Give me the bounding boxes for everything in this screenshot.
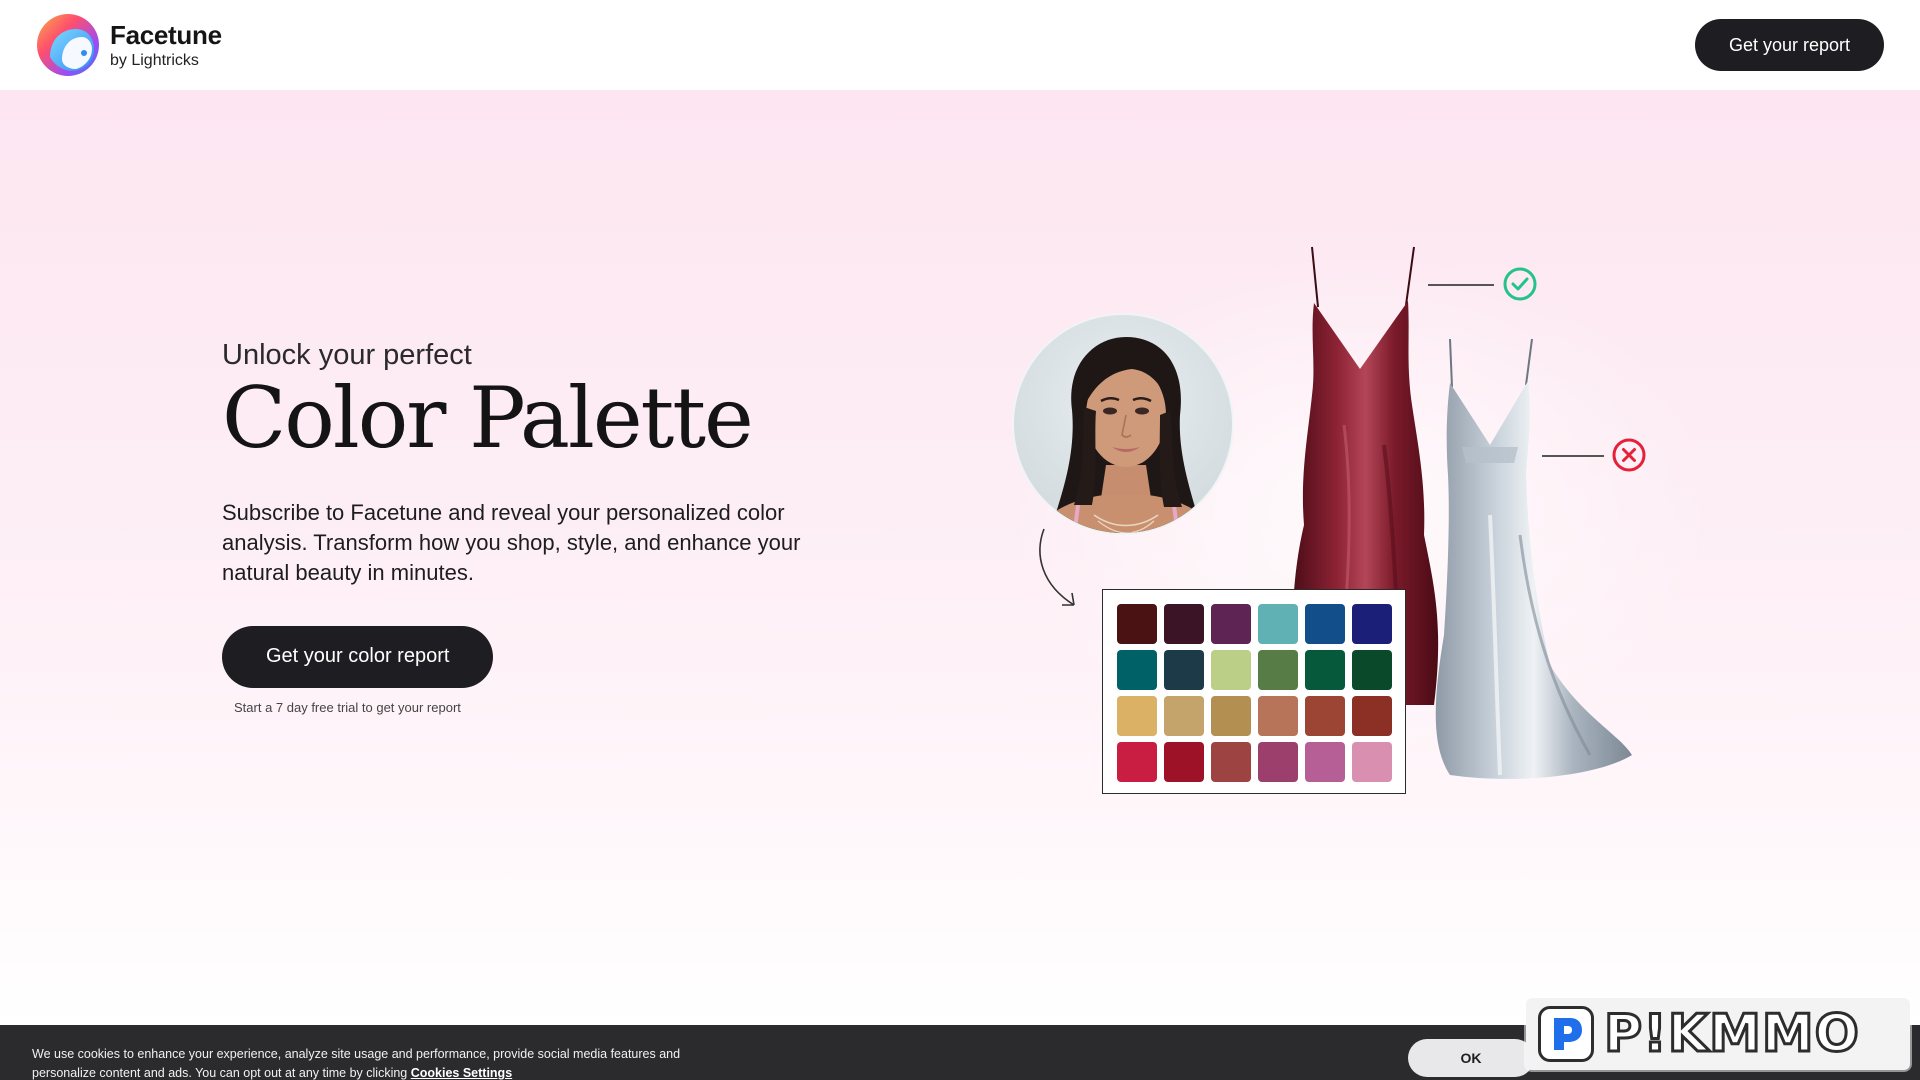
color-swatch	[1164, 696, 1204, 736]
curved-arrow-icon	[1039, 528, 1075, 606]
color-palette-card	[1102, 589, 1406, 794]
facetune-logo-icon	[36, 13, 100, 77]
color-swatch	[1164, 650, 1204, 690]
pikmmo-watermark: P!KMMO	[1526, 998, 1910, 1070]
color-swatch	[1258, 650, 1298, 690]
color-swatch	[1352, 696, 1392, 736]
get-color-report-button[interactable]: Get your color report	[222, 625, 494, 688]
pikmmo-logo-icon	[1538, 1006, 1594, 1062]
color-swatch	[1258, 742, 1298, 782]
hero-body: Subscribe to Facetune and reveal your pe…	[222, 499, 801, 585]
color-swatch	[1258, 604, 1298, 644]
get-report-button[interactable]: Get your report	[1694, 19, 1884, 71]
portrait-image	[1012, 313, 1234, 535]
hero-copy: Unlock your perfect Color Palette Subscr…	[222, 339, 862, 715]
hero-kicker: Unlock your perfect	[222, 339, 472, 371]
color-swatch	[1211, 696, 1251, 736]
color-swatch	[1117, 650, 1157, 690]
color-swatch	[1305, 650, 1345, 690]
color-swatch	[1352, 604, 1392, 644]
color-swatch	[1305, 696, 1345, 736]
hero-headline: Color Palette	[222, 368, 754, 467]
color-swatch	[1164, 604, 1204, 644]
color-swatch	[1117, 696, 1157, 736]
color-swatch	[1211, 650, 1251, 690]
color-swatch	[1258, 696, 1298, 736]
color-swatch	[1164, 742, 1204, 782]
cookie-ok-button[interactable]: OK	[1408, 1039, 1534, 1077]
color-swatch	[1211, 742, 1251, 782]
color-swatch	[1305, 604, 1345, 644]
cookie-text: We use cookies to enhance your experienc…	[32, 1045, 692, 1080]
color-swatch	[1352, 742, 1392, 782]
color-swatch	[1211, 604, 1251, 644]
check-circle-icon	[1503, 267, 1537, 301]
silver-dress-image	[1435, 338, 1632, 779]
site-header: Facetune by Lightricks Get your report	[0, 0, 1920, 90]
color-swatch	[1305, 742, 1345, 782]
cookie-settings-link[interactable]: Cookies Settings	[411, 1066, 512, 1080]
brand-name: Facetune	[110, 19, 222, 50]
watermark-text: P!KMMO	[1603, 1004, 1861, 1064]
trial-note: Start a 7 day free trial to get your rep…	[234, 699, 461, 715]
brand-text: Facetune by Lightricks	[110, 21, 222, 69]
brand-sub: by Lightricks	[110, 51, 199, 69]
color-swatch	[1117, 742, 1157, 782]
color-swatch	[1117, 604, 1157, 644]
color-swatch	[1352, 650, 1392, 690]
cookie-message: We use cookies to enhance your experienc…	[32, 1047, 681, 1080]
brand[interactable]: Facetune by Lightricks	[36, 13, 222, 77]
